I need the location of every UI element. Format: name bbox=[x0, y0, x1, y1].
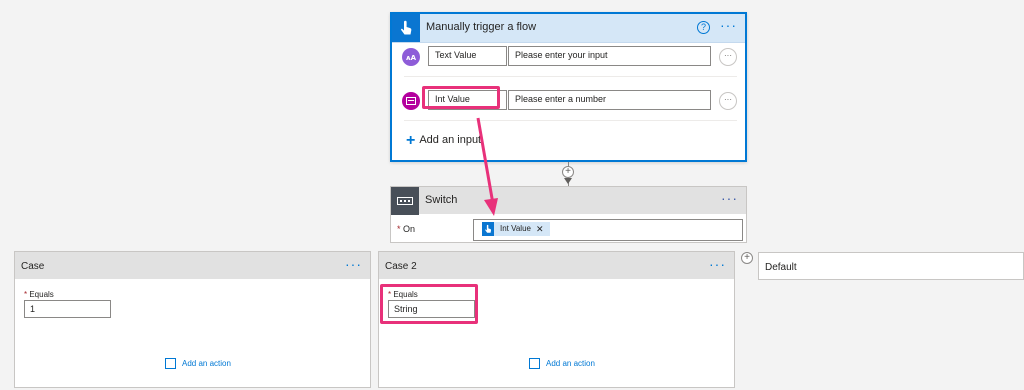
svg-text:ᴀA: ᴀA bbox=[406, 54, 416, 61]
switch-card[interactable]: Switch ··· * On Int Value ✕ bbox=[390, 186, 747, 243]
case-card[interactable]: Case ··· * Equals 1 Add an action bbox=[14, 251, 371, 388]
int-value-token[interactable]: Int Value ✕ bbox=[482, 222, 550, 236]
plus-icon: + bbox=[406, 132, 416, 149]
int-input-name-field[interactable]: Int Value bbox=[428, 90, 507, 110]
hand-touch-icon bbox=[392, 14, 420, 42]
case-header[interactable]: Case ··· bbox=[15, 252, 370, 279]
switch-more-icon[interactable]: ··· bbox=[721, 190, 738, 206]
trigger-title: Manually trigger a flow bbox=[426, 21, 537, 33]
equals-input[interactable]: 1 bbox=[24, 300, 111, 318]
trigger-card[interactable]: Manually trigger a flow ? ··· ᴀA Text Va… bbox=[390, 12, 747, 162]
case-title: Case bbox=[21, 261, 45, 272]
int-input-more-icon[interactable]: ··· bbox=[719, 92, 737, 110]
switch-title: Switch bbox=[425, 194, 458, 206]
add-input-button[interactable]: + Add an input bbox=[406, 132, 481, 150]
switch-icon bbox=[391, 187, 419, 215]
hand-touch-icon bbox=[482, 222, 494, 236]
text-input-more-icon[interactable]: ··· bbox=[719, 48, 737, 66]
help-icon[interactable]: ? bbox=[697, 21, 710, 34]
switch-header[interactable]: Switch ··· bbox=[391, 187, 746, 215]
add-action-button[interactable]: Add an action bbox=[165, 358, 231, 369]
equals-input[interactable]: String bbox=[388, 300, 475, 318]
equals-label: * Equals bbox=[24, 290, 54, 299]
add-action-label: Add an action bbox=[182, 359, 231, 368]
switch-on-field[interactable]: Int Value ✕ bbox=[473, 219, 743, 241]
text-input-placeholder-field[interactable]: Please enter your input bbox=[508, 46, 711, 66]
trigger-header[interactable]: Manually trigger a flow ? ··· bbox=[392, 14, 745, 43]
default-title: Default bbox=[765, 262, 797, 273]
case2-title: Case 2 bbox=[385, 261, 417, 272]
divider bbox=[404, 76, 737, 77]
case2-card[interactable]: Case 2 ··· * Equals String Add an action bbox=[378, 251, 735, 388]
trigger-more-icon[interactable]: ··· bbox=[720, 17, 737, 33]
equals-label: * Equals bbox=[388, 290, 418, 299]
add-input-label: Add an input bbox=[419, 134, 482, 146]
default-card[interactable]: Default bbox=[758, 252, 1024, 280]
divider bbox=[404, 120, 737, 121]
case-more-icon[interactable]: ··· bbox=[345, 256, 362, 272]
int-input-placeholder-field[interactable]: Please enter a number bbox=[508, 90, 711, 110]
add-action-icon bbox=[165, 358, 176, 369]
text-input-name-field[interactable]: Text Value bbox=[428, 46, 507, 66]
add-action-icon bbox=[529, 358, 540, 369]
on-label: * On bbox=[397, 224, 416, 234]
insert-step-plus-icon[interactable]: + bbox=[562, 166, 574, 178]
connector-arrow-icon bbox=[564, 178, 572, 184]
case2-more-icon[interactable]: ··· bbox=[709, 256, 726, 272]
case2-header[interactable]: Case 2 ··· bbox=[379, 252, 734, 279]
add-action-button[interactable]: Add an action bbox=[529, 358, 595, 369]
text-type-icon: ᴀA bbox=[402, 48, 420, 66]
remove-token-icon[interactable]: ✕ bbox=[536, 222, 544, 236]
number-type-icon bbox=[402, 92, 420, 110]
add-action-label: Add an action bbox=[546, 359, 595, 368]
token-label: Int Value bbox=[500, 224, 531, 233]
add-case-plus-icon[interactable]: + bbox=[741, 252, 753, 264]
